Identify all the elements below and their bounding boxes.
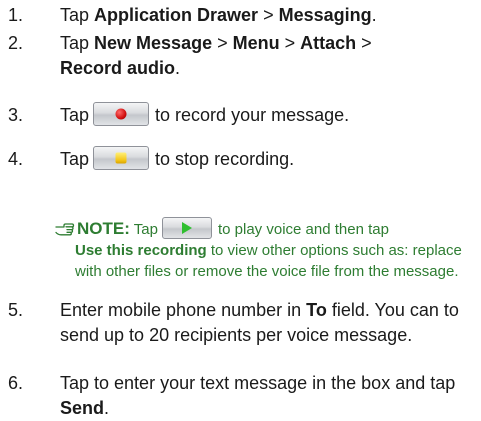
stop-button[interactable]: [93, 146, 150, 171]
record-icon: [115, 108, 127, 120]
stop-icon: [115, 152, 127, 164]
step-number: 3.: [8, 105, 24, 125]
play-icon: [181, 222, 192, 235]
note-box: NOTE: Tap to play voice and then tap Use …: [55, 217, 475, 282]
step-6: 6. Tap to enter your text message in the…: [8, 371, 475, 421]
step-number: 2.: [8, 33, 24, 53]
step-text: Tap New Message > Menu > Attach > Record …: [60, 33, 372, 78]
step-2: 2. Tap New Message > Menu > Attach > Reco…: [8, 31, 475, 81]
step-number: 6.: [8, 373, 24, 393]
step-number: 5.: [8, 300, 24, 320]
note-bold-text: Use this recording: [75, 242, 207, 259]
step-5: 5. Enter mobile phone number in To field…: [8, 298, 475, 348]
record-button[interactable]: [93, 102, 150, 127]
step-4: 4. Tap to stop recording.: [8, 146, 475, 172]
step-3: 3. Tap to record your message.: [8, 102, 475, 128]
step-number: 4.: [8, 149, 24, 169]
instruction-page: 1. Tap Application Drawer > Messaging. 2…: [0, 0, 481, 418]
pointing-hand-icon: [55, 223, 75, 236]
step-text: Tap to stop recording.: [60, 146, 475, 172]
step-text: Tap to enter your text message in the bo…: [60, 373, 456, 418]
step-number: 1.: [8, 5, 24, 25]
step-1: 1. Tap Application Drawer > Messaging.: [8, 3, 475, 28]
note-label: NOTE:: [77, 219, 130, 238]
step-text: Tap to record your message.: [60, 102, 475, 128]
play-button[interactable]: [161, 217, 212, 240]
step-text: Tap Application Drawer > Messaging.: [60, 5, 377, 25]
step-text: Enter mobile phone number in To field. Y…: [60, 300, 459, 345]
